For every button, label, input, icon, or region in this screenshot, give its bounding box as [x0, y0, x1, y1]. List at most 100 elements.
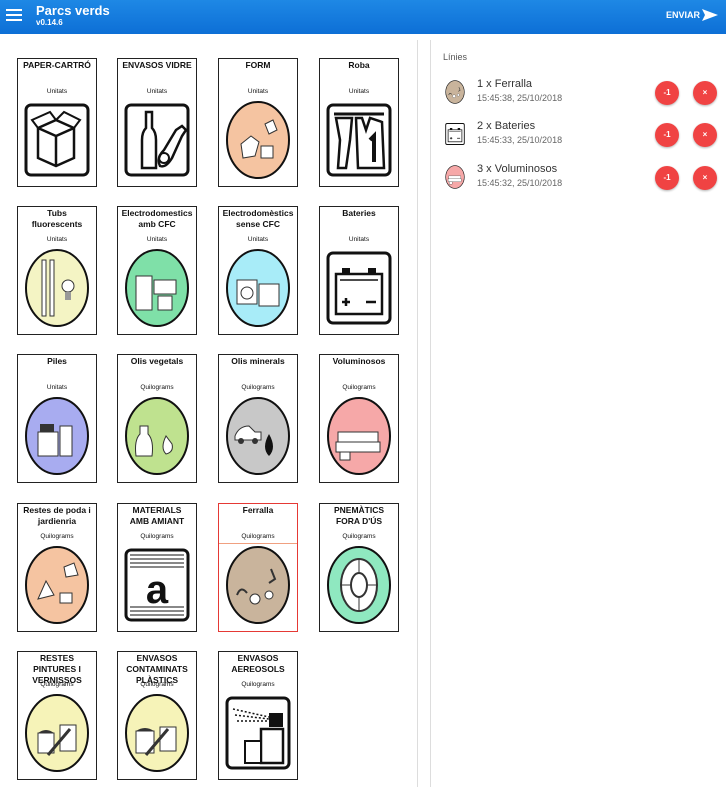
- category-title: Roba: [348, 60, 370, 70]
- category-title: PAPER-CARTRÓ: [23, 60, 91, 70]
- category-card[interactable]: Piles Unitats: [17, 354, 97, 483]
- category-unit: Quilograms: [140, 384, 174, 391]
- category-title: FORM: [245, 60, 271, 70]
- line-item: 2 x Bateries 15:45:33, 25/10/2018 -1 ×: [443, 118, 718, 152]
- category-title: Electrodomèstics sense CFC: [222, 208, 294, 229]
- category-card[interactable]: PNEMÀTICS FORA D'ÚS Quilograms: [319, 503, 399, 632]
- decrement-button[interactable]: -1: [655, 81, 679, 105]
- category-title: Ferralla: [242, 505, 274, 515]
- category-unit: Quilograms: [241, 384, 275, 391]
- category-unit: Quilograms: [342, 384, 376, 391]
- send-label: ENVIAR: [665, 10, 700, 20]
- glass-bottles-icon: [124, 103, 190, 177]
- category-unit: Quilograms: [40, 533, 74, 540]
- category-card[interactable]: Roba Unitats: [319, 58, 399, 187]
- category-unit: Unitats: [247, 236, 269, 243]
- category-unit: Unitats: [146, 236, 168, 243]
- fluorescent-tubes-icon: [25, 249, 89, 327]
- category-card[interactable]: MATERIALS AMB AMIANT Quilograms a: [117, 503, 197, 632]
- category-card[interactable]: Olis minerals Quilograms: [218, 354, 298, 483]
- vegetable-oil-icon: [125, 397, 189, 475]
- decrement-button[interactable]: -1: [655, 166, 679, 190]
- menu-icon[interactable]: [6, 9, 22, 23]
- send-icon: [702, 9, 718, 21]
- paint-icon: [25, 694, 89, 772]
- line-item: 3 x Voluminosos 15:45:32, 25/10/2018 -1 …: [443, 161, 718, 195]
- line-timestamp: 15:45:33, 25/10/2018: [477, 135, 563, 145]
- line-label: 1 x Ferralla: [477, 78, 533, 90]
- category-unit: Unitats: [46, 236, 68, 243]
- furniture-icon: [226, 101, 290, 179]
- category-card[interactable]: Electrodomestics amb CFC Unitats: [117, 206, 197, 335]
- category-card[interactable]: PAPER-CARTRÓ Unitats: [17, 58, 97, 187]
- category-title: PNEMÀTICS FORA D'ÚS: [333, 505, 385, 526]
- clothes-icon: [326, 103, 392, 177]
- category-card[interactable]: Restes de poda i jardienria Quilograms: [17, 503, 97, 632]
- aerosol-icon: [225, 696, 291, 770]
- send-button[interactable]: ENVIAR: [666, 9, 718, 21]
- category-unit: Quilograms: [140, 533, 174, 540]
- category-card[interactable]: ENVASOS AEREOSOLS Quilograms: [218, 651, 298, 780]
- washing-machine-icon: [226, 249, 290, 327]
- category-title: Olis vegetals: [130, 356, 184, 366]
- battery-icon: [326, 251, 392, 325]
- delete-button[interactable]: ×: [693, 123, 717, 147]
- category-unit: Unitats: [46, 384, 68, 391]
- sofa-icon: [327, 397, 391, 475]
- category-card[interactable]: Electrodomèstics sense CFC Unitats: [218, 206, 298, 335]
- category-card[interactable]: FORM Unitats: [218, 58, 298, 187]
- category-title: Bateries: [342, 208, 376, 218]
- category-unit: Quilograms: [241, 681, 275, 688]
- category-unit: Quilograms: [40, 681, 74, 688]
- fridge-icon: [125, 249, 189, 327]
- app-version: v0.14.6: [36, 18, 63, 27]
- sofa-icon: [445, 165, 465, 189]
- line-label: 2 x Bateries: [477, 120, 536, 132]
- paper-box-icon: [24, 103, 90, 177]
- lines-panel: Línies 1 x Ferralla 15:45:38, 25/10/2018…: [430, 40, 726, 787]
- app-bar: Parcs verds v0.14.6 ENVIAR: [0, 0, 726, 34]
- piles-icon: [25, 397, 89, 475]
- battery-icon: [445, 123, 465, 145]
- mineral-oil-icon: [226, 397, 290, 475]
- category-unit: Quilograms: [140, 681, 174, 688]
- line-item: 1 x Ferralla 15:45:38, 25/10/2018 -1 ×: [443, 76, 718, 110]
- category-card[interactable]: Tubs fluorescents Unitats: [17, 206, 97, 335]
- asbestos-icon: a: [124, 548, 190, 622]
- category-title: Restes de poda i jardienria: [23, 505, 91, 526]
- decrement-button[interactable]: -1: [655, 123, 679, 147]
- lines-title: Línies: [443, 52, 468, 62]
- line-timestamp: 15:45:38, 25/10/2018: [477, 93, 563, 103]
- category-card[interactable]: Bateries Unitats: [319, 206, 399, 335]
- category-card[interactable]: ENVASOS CONTAMINATS PLÀSTICS Quilograms: [117, 651, 197, 780]
- category-card[interactable]: Voluminosos Quilograms: [319, 354, 399, 483]
- app-title: Parcs verds: [36, 3, 110, 18]
- category-title: Piles: [47, 356, 67, 366]
- line-timestamp: 15:45:32, 25/10/2018: [477, 178, 563, 188]
- category-unit: Unitats: [146, 88, 168, 95]
- delete-button[interactable]: ×: [693, 81, 717, 105]
- svg-text:a: a: [146, 568, 169, 612]
- category-card[interactable]: RESTES PINTURES I VERNISSOS Quilograms: [17, 651, 97, 780]
- scrap-metal-icon: [445, 80, 465, 104]
- category-card[interactable]: Ferralla Quilograms: [218, 503, 298, 632]
- scrap-metal-icon: [226, 546, 290, 624]
- category-card[interactable]: ENVASOS VIDRE Unitats: [117, 58, 197, 187]
- category-title: ENVASOS AEREOSOLS: [231, 653, 285, 674]
- category-unit: Unitats: [348, 236, 370, 243]
- category-unit: Unitats: [348, 88, 370, 95]
- category-title: Olis minerals: [231, 356, 285, 366]
- category-title: Electrodomestics amb CFC: [121, 208, 193, 229]
- category-title: Tubs fluorescents: [31, 208, 83, 229]
- category-card[interactable]: Olis vegetals Quilograms: [117, 354, 197, 483]
- category-unit: Unitats: [46, 88, 68, 95]
- category-grid: PAPER-CARTRÓ Unitats ENVASOS VIDRE Unitats F…: [0, 40, 418, 787]
- line-label: 3 x Voluminosos: [477, 163, 558, 175]
- category-unit: Unitats: [247, 88, 269, 95]
- delete-button[interactable]: ×: [693, 166, 717, 190]
- garden-icon: [25, 546, 89, 624]
- category-unit: Quilograms: [219, 533, 297, 544]
- category-title: ENVASOS VIDRE: [122, 60, 192, 70]
- contaminated-containers-icon: [125, 694, 189, 772]
- category-title: MATERIALS AMB AMIANT: [129, 505, 185, 526]
